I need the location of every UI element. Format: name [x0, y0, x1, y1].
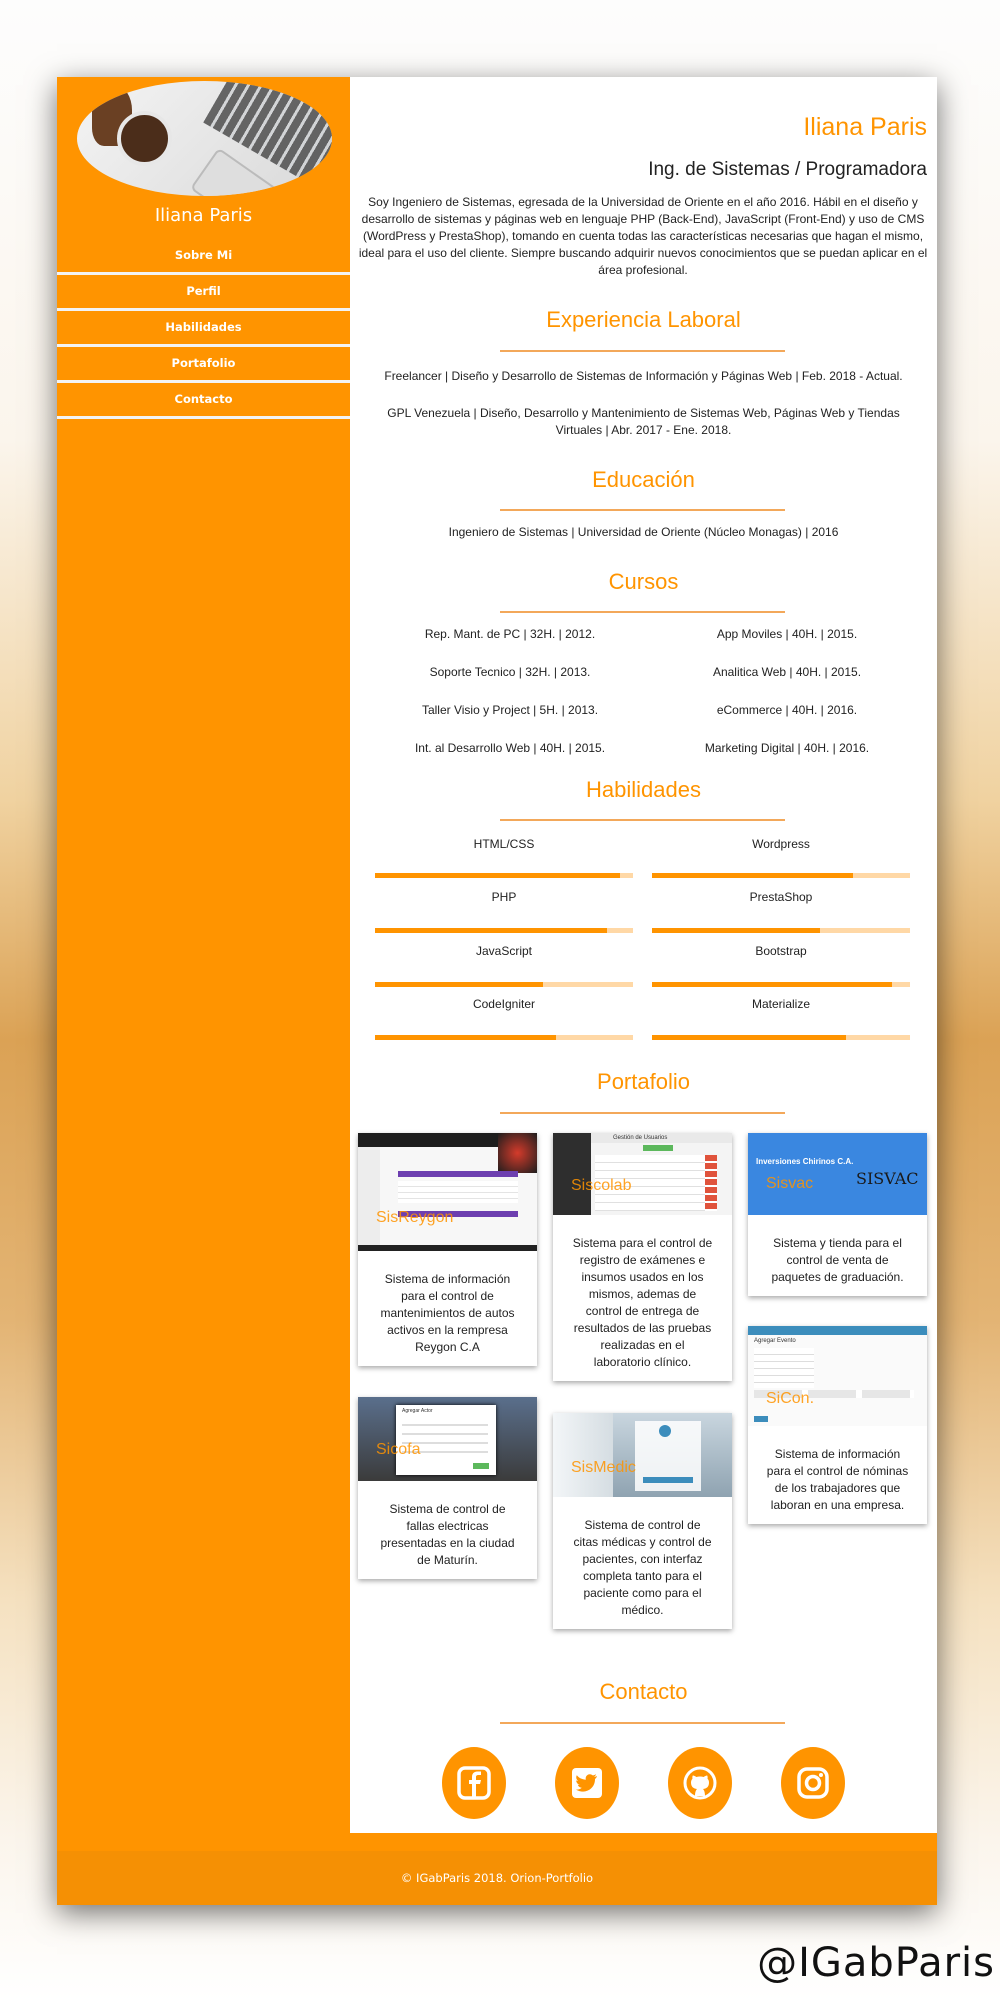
project-description: Sistema para el control de registro de e…	[572, 1236, 713, 1369]
portfolio-title: Portafolio	[597, 1069, 690, 1094]
skill-label: CodeIgniter	[472, 997, 536, 1011]
skill-bar	[652, 873, 910, 878]
skill-label: Materialize	[751, 997, 811, 1011]
skill-label: Bootstrap	[755, 944, 807, 958]
project-thumbnail: Agregar Actor Sicofa	[358, 1397, 537, 1481]
project-title: Sisvac	[766, 1175, 814, 1192]
experience-item: GPL Venezuela | Diseño, Desarrollo y Man…	[387, 406, 900, 437]
portfolio-card-siscolab[interactable]: Gestión de Usuarios Siscolab Sistema par…	[553, 1133, 732, 1381]
course-item: Rep. Mant. de PC | 32H. | 2012.	[424, 627, 596, 641]
portfolio-card-sisvac[interactable]: Inversiones Chirinos C.A. SISVAC Sisvac …	[748, 1133, 927, 1296]
section-divider	[500, 509, 785, 511]
section-divider	[500, 1722, 785, 1724]
course-item: Int. al Desarrollo Web | 40H. | 2015.	[414, 741, 606, 755]
page-title: Iliana Paris	[803, 113, 927, 141]
course-item: Soporte Tecnico | 32H. | 2013.	[429, 665, 591, 679]
education-title: Educación	[592, 467, 695, 492]
project-thumbnail: Gestión de Usuarios Siscolab	[553, 1133, 732, 1215]
project-thumbnail: SisMedic	[553, 1413, 732, 1497]
portfolio-card-sismedic[interactable]: SisMedic Sistema de control de citas méd…	[553, 1413, 732, 1629]
experience-title: Experiencia Laboral	[546, 307, 741, 332]
project-description: Sistema de información para el control d…	[766, 1447, 909, 1512]
skill-label: HTML/CSS	[473, 837, 535, 851]
menu-item-habilidades[interactable]: Habilidades	[57, 311, 350, 347]
sidebar-menu: Sobre Mi Perfil Habilidades Portafolio C…	[57, 239, 350, 419]
watermark-handle: @IGabParis	[757, 1940, 995, 1986]
project-title: Siscolab	[571, 1177, 632, 1194]
course-item: Taller Visio y Project | 5H. | 2013.	[421, 703, 599, 717]
contact-title: Contacto	[599, 1679, 688, 1704]
course-item: App Moviles | 40H. | 2015.	[716, 627, 858, 641]
project-title: SisReygon	[376, 1209, 454, 1226]
skill-label: Wordpress	[752, 837, 810, 851]
skill-bar	[652, 982, 910, 987]
github-icon[interactable]	[668, 1747, 732, 1819]
project-description: Sistema de control de citas médicas y co…	[573, 1518, 712, 1617]
project-thumbnail: Agregar Evento SiCon.	[748, 1326, 927, 1426]
skill-label: PHP	[491, 890, 517, 904]
courses-title: Cursos	[608, 569, 679, 594]
skill-bar	[375, 873, 633, 878]
skills-title: Habilidades	[586, 777, 701, 802]
section-divider	[500, 1112, 785, 1114]
course-item: eCommerce | 40H. | 2016.	[716, 703, 858, 717]
project-title: SiCon.	[766, 1390, 815, 1407]
menu-item-sobre-mi[interactable]: Sobre Mi	[57, 239, 350, 275]
project-description: Sistema de información para el control d…	[380, 1272, 515, 1354]
sidebar: Iliana Paris Sobre Mi Perfil Habilidades…	[57, 77, 350, 1851]
menu-item-perfil[interactable]: Perfil	[57, 275, 350, 311]
course-item: Marketing Digital | 40H. | 2016.	[704, 741, 870, 755]
about-text: Soy Ingeniero de Sistemas, egresada de l…	[358, 195, 928, 277]
skill-bar	[375, 928, 633, 933]
project-title: Sicofa	[376, 1441, 421, 1458]
skill-bar	[375, 1035, 633, 1040]
footer-band	[350, 1833, 937, 1851]
role-subtitle: Ing. de Sistemas / Programadora	[648, 159, 927, 180]
facebook-icon[interactable]	[442, 1747, 506, 1819]
skill-bar	[652, 928, 910, 933]
section-divider	[500, 611, 785, 613]
sidebar-name: Iliana Paris	[154, 205, 253, 226]
portfolio-card-sisreygon[interactable]: SisReygon Sistema de información para el…	[358, 1133, 537, 1366]
page-frame: Iliana Paris Sobre Mi Perfil Habilidades…	[57, 77, 937, 1905]
section-divider	[500, 819, 785, 821]
portfolio-card-sicon[interactable]: Agregar Evento SiCon. Sistema de informa…	[748, 1326, 927, 1524]
course-item: Analitica Web | 40H. | 2015.	[712, 665, 862, 679]
skill-label: PrestaShop	[749, 890, 813, 904]
profile-photo	[77, 81, 332, 196]
instagram-icon[interactable]	[781, 1747, 845, 1819]
skill-label: JavaScript	[475, 944, 533, 958]
portfolio-card-sicofa[interactable]: Agregar Actor Sicofa Sistema de control …	[358, 1397, 537, 1579]
menu-item-contacto[interactable]: Contacto	[57, 383, 350, 419]
project-thumbnail: SisReygon	[358, 1133, 537, 1251]
education-item: Ingeniero de Sistemas | Universidad de O…	[448, 525, 839, 539]
project-title: SisMedic	[571, 1459, 636, 1476]
skill-bar	[375, 982, 633, 987]
skill-bar	[652, 1035, 910, 1040]
section-divider	[500, 350, 785, 352]
footer: © IGabParis 2018. Orion-Portfolio	[57, 1851, 937, 1905]
project-thumbnail: Inversiones Chirinos C.A. SISVAC Sisvac	[748, 1133, 927, 1215]
project-description: Sistema de control de fallas electricas …	[380, 1502, 515, 1567]
twitter-icon[interactable]	[555, 1747, 619, 1819]
project-description: Sistema y tienda para el control de vent…	[771, 1236, 904, 1284]
menu-item-portafolio[interactable]: Portafolio	[57, 347, 350, 383]
experience-item: Freelancer | Diseño y Desarrollo de Sist…	[384, 369, 903, 383]
main-content: Iliana Paris Ing. de Sistemas / Programa…	[350, 77, 937, 1851]
